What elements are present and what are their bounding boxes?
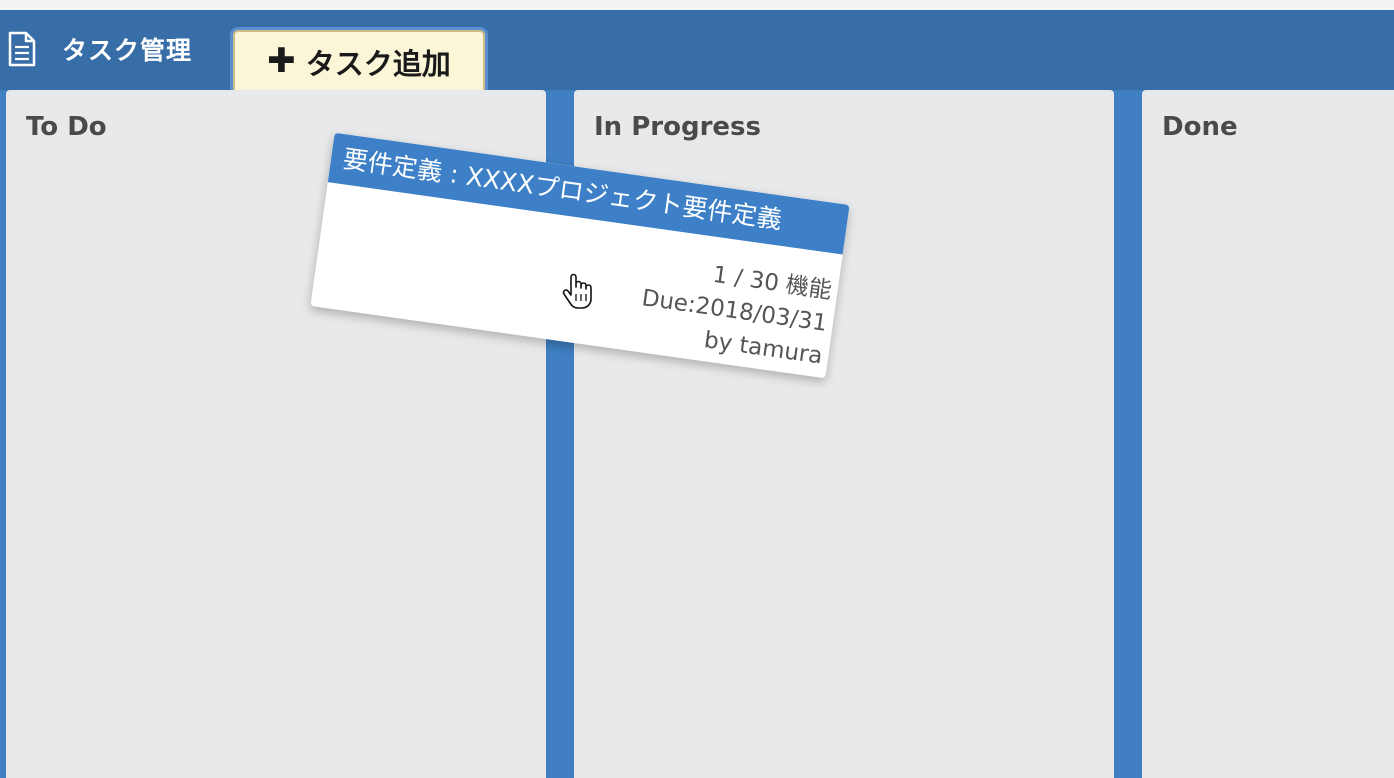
document-icon	[6, 31, 38, 67]
browser-top-strip	[0, 0, 1394, 10]
column-title-done: Done	[1162, 112, 1238, 142]
app-title: タスク管理	[62, 36, 193, 65]
column-title-in-progress: In Progress	[594, 112, 761, 142]
brand: タスク管理	[6, 31, 192, 67]
column-title-todo: To Do	[26, 112, 107, 142]
add-task-label: タスク追加	[305, 47, 451, 81]
column-done[interactable]: Done	[1142, 90, 1394, 778]
add-task-button[interactable]: ✚ タスク追加	[233, 30, 485, 94]
hand-cursor-icon	[562, 272, 594, 310]
plus-icon: ✚	[267, 40, 296, 81]
app-header: タスク管理 ✚ タスク追加	[0, 10, 1394, 94]
